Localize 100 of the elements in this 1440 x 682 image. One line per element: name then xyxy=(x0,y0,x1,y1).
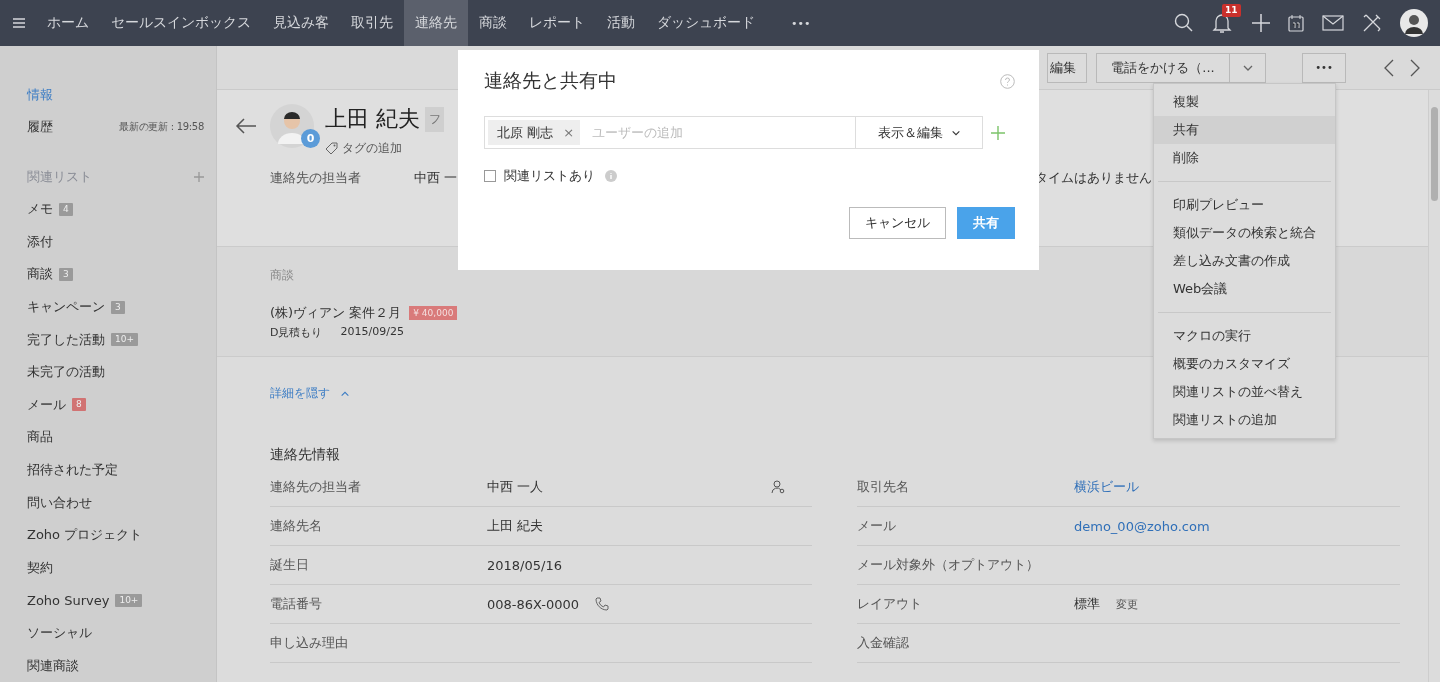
related-list-item[interactable]: 契約 xyxy=(27,558,53,577)
related-list-item[interactable]: 添付 xyxy=(27,232,53,251)
mail-icon[interactable] xyxy=(1322,15,1344,31)
nav-tab[interactable]: レポート xyxy=(518,0,596,46)
count-badge: 10+ xyxy=(111,333,138,347)
previous-icon[interactable] xyxy=(1384,58,1394,77)
related-list-item[interactable]: メモ xyxy=(27,200,53,219)
menu-item[interactable]: 印刷プレビュー xyxy=(1154,191,1335,219)
avatar-badge: 0 xyxy=(301,129,320,148)
section-title: 連絡先情報 xyxy=(270,446,341,464)
tag-icon xyxy=(325,142,338,155)
field-value: 上田 紀夫 xyxy=(487,517,544,535)
menu-item[interactable]: Web会議 xyxy=(1154,275,1335,303)
search-icon[interactable] xyxy=(1174,13,1194,33)
calendar-icon[interactable] xyxy=(1288,14,1304,32)
menu-item[interactable]: 共有 xyxy=(1154,116,1335,144)
more-tabs-button[interactable]: ••• xyxy=(780,0,822,46)
field-label: 電話番号 xyxy=(270,595,323,613)
field-label: メール対象外（オプトアウト） xyxy=(857,556,1040,574)
related-list-item[interactable]: Zoho Survey xyxy=(27,592,110,608)
nav-tab[interactable]: ホーム xyxy=(36,0,100,46)
menu-item[interactable]: 概要のカスタマイズ xyxy=(1154,350,1335,378)
nav-tab[interactable]: 連絡先 xyxy=(404,0,468,46)
menu-item[interactable]: 関連リストの並べ替え xyxy=(1154,378,1335,406)
deal-stage: D見積もり xyxy=(270,325,323,340)
call-button[interactable]: 電話をかける（... xyxy=(1096,52,1230,83)
section-heading: 商談 xyxy=(270,267,295,284)
related-list-item[interactable]: Zoho プロジェクト xyxy=(27,526,143,545)
field-value: 2018/05/16 xyxy=(487,557,562,573)
field-value: 標準 xyxy=(1074,595,1100,613)
checkbox-label: 関連リストあり xyxy=(504,167,595,185)
menu-item[interactable]: 類似データの検索と統合 xyxy=(1154,219,1335,247)
related-list-item[interactable]: 問い合わせ xyxy=(27,493,92,512)
related-list-item[interactable]: キャンペーン xyxy=(27,298,105,317)
nav-tab[interactable]: 商談 xyxy=(468,0,518,46)
back-arrow-icon[interactable] xyxy=(235,118,257,134)
tools-icon[interactable] xyxy=(1362,13,1382,33)
related-list-item[interactable]: ソーシャル xyxy=(27,624,92,642)
count-badge: 10+ xyxy=(115,593,143,607)
related-list-item[interactable]: 商談 xyxy=(27,265,53,284)
field-label: 連絡先の担当者 xyxy=(270,478,362,496)
bell-icon[interactable] xyxy=(1212,12,1232,34)
field-label: メール xyxy=(857,517,897,535)
change-link[interactable]: 変更 xyxy=(1116,596,1138,612)
more-button[interactable]: ••• xyxy=(1302,52,1346,83)
field-label: 連絡先名 xyxy=(270,517,323,535)
menu-icon[interactable] xyxy=(13,18,25,28)
deal-name[interactable]: (株)ヴィアン 案件２月 xyxy=(270,304,402,322)
field-value: 中西 一人 xyxy=(487,478,544,496)
count-badge: 8 xyxy=(72,398,86,412)
field-label: 連絡先の担当者 xyxy=(270,169,362,187)
notification-count: 11 xyxy=(1222,4,1241,17)
nav-tab[interactable]: セールスインボックス xyxy=(100,0,262,46)
related-list-item[interactable]: 商品 xyxy=(27,428,53,447)
user-name: 北原 剛志 xyxy=(497,123,554,142)
field-label: 誕生日 xyxy=(270,556,310,574)
related-list-item[interactable]: 未完了の活動 xyxy=(27,363,105,382)
menu-item[interactable]: 削除 xyxy=(1154,144,1335,172)
contact-avatar xyxy=(270,104,314,148)
nav-tab[interactable]: ダッシュボード xyxy=(646,0,766,46)
field-label: 入金確認 xyxy=(857,634,910,652)
related-list-item[interactable]: 関連商談 xyxy=(27,656,79,675)
deal-date: 2015/09/25 xyxy=(340,325,404,340)
field-link[interactable]: demo_00@zoho.com xyxy=(1074,518,1210,534)
related-list-item[interactable]: 完了した活動 xyxy=(27,330,105,349)
nav-tab[interactable]: 活動 xyxy=(596,0,646,46)
count-badge: 3 xyxy=(111,300,125,314)
field-link[interactable]: 横浜ビール xyxy=(1074,478,1139,496)
menu-item[interactable]: マクロの実行 xyxy=(1154,322,1335,350)
related-list-item[interactable]: メール xyxy=(27,395,66,414)
dialog-title: 連絡先と共有中 xyxy=(484,68,617,93)
nav-tab[interactable]: 見込み客 xyxy=(262,0,340,46)
permission-select[interactable]: 表示＆編集 xyxy=(856,116,983,149)
count-badge: 4 xyxy=(59,202,73,216)
cancel-button[interactable]: キャンセル xyxy=(849,207,946,239)
field-label: 申し込み理由 xyxy=(270,634,349,652)
nav-tab[interactable]: 取引先 xyxy=(340,0,404,46)
field-value: 008-86X-0000 xyxy=(487,596,580,612)
user-avatar[interactable] xyxy=(1400,9,1428,37)
related-list-heading: 関連リスト xyxy=(27,168,92,186)
field-label: レイアウト xyxy=(857,595,923,613)
phone-icon[interactable] xyxy=(595,597,610,611)
menu-item[interactable]: 複製 xyxy=(1154,88,1335,116)
scrollbar-thumb[interactable] xyxy=(1431,107,1438,201)
edit-button[interactable]: 編集 xyxy=(1047,52,1087,83)
remove-button[interactable]: × xyxy=(563,125,575,140)
sidebar-item[interactable]: 履歴 xyxy=(27,118,53,136)
next-icon[interactable] xyxy=(1410,58,1420,77)
contact-name: 上田 紀夫 xyxy=(325,105,420,133)
field-label: 取引先名 xyxy=(857,478,910,496)
menu-item[interactable]: 差し込み文書の作成 xyxy=(1154,247,1335,275)
deal-amount: ¥ 40,000 xyxy=(409,306,458,320)
field-value: 中西 一 xyxy=(414,169,458,187)
count-badge: 3 xyxy=(59,268,73,281)
add-tag-button[interactable]: タグの追加 xyxy=(325,140,444,157)
user-search-icon[interactable] xyxy=(771,480,785,494)
menu-item[interactable]: 関連リストの追加 xyxy=(1154,406,1335,434)
related-list-item[interactable]: 招待された予定 xyxy=(27,461,118,480)
last-updated: 最新の更新 : 19:58 xyxy=(119,120,204,134)
checkbox[interactable] xyxy=(484,170,496,182)
